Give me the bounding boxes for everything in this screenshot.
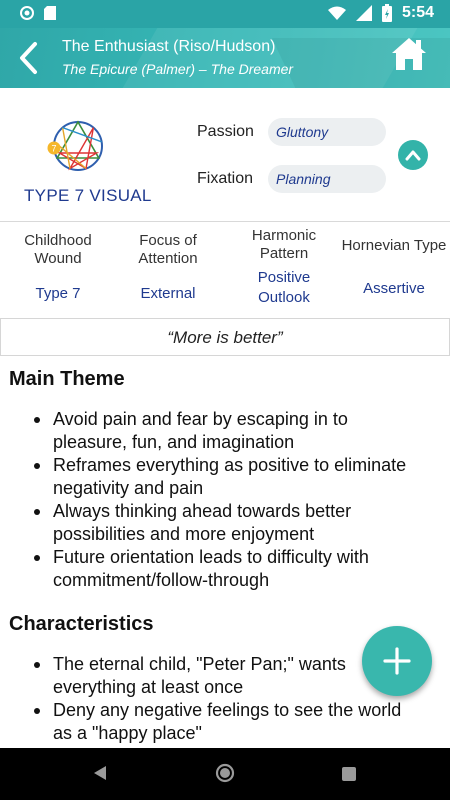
sync-icon xyxy=(20,6,34,20)
enneagram-number: 7 xyxy=(51,144,56,154)
attribute-heading: Childhood Wound xyxy=(24,232,92,267)
back-arrow-icon xyxy=(20,42,37,74)
nav-recents-icon[interactable] xyxy=(342,767,356,781)
system-nav-bar xyxy=(0,748,450,800)
list-item: Future orientation leads to difficulty w… xyxy=(0,546,450,592)
signal-icon xyxy=(355,5,372,21)
wifi-icon xyxy=(327,6,346,20)
page-subtitle: The Epicure (Palmer) – The Dreamer xyxy=(62,61,294,77)
list-item: Reframes everything as positive to elimi… xyxy=(0,454,450,500)
list-item: Avoid pain and fear by escaping in to ple… xyxy=(0,408,450,454)
chevron-up-icon xyxy=(405,150,421,161)
add-button[interactable] xyxy=(362,626,432,696)
app-bar: The Enthusiast (Riso/Hudson) The Epicure… xyxy=(0,28,450,88)
attribute-hornevian-type: Hornevian Type Assertive xyxy=(336,237,450,299)
main-theme-title: Main Theme xyxy=(9,368,125,390)
back-button[interactable] xyxy=(8,36,48,80)
list-item: Always thinking ahead towards better poss… xyxy=(0,500,450,546)
nav-back-icon[interactable] xyxy=(92,765,108,781)
home-icon xyxy=(392,38,426,70)
main-theme-list: Avoid pain and fear by escaping in to ple… xyxy=(0,408,450,592)
plus-icon xyxy=(383,647,411,675)
home-button[interactable] xyxy=(390,36,428,74)
characteristics-title: Characteristics xyxy=(9,613,154,635)
status-bar: 5:54 xyxy=(0,0,450,28)
attribute-value: Type 7 xyxy=(35,285,81,302)
sd-card-icon xyxy=(44,6,56,20)
type-summary: 7 TYPE 7 VISUAL Passion Gluttony Fixatio… xyxy=(0,100,450,220)
divider xyxy=(0,221,450,222)
attribute-harmonic-pattern: Harmonic Pattern Positive Outlook xyxy=(228,227,340,308)
attribute-value: Positive Outlook xyxy=(257,269,311,306)
passion-value: Gluttony xyxy=(268,118,386,146)
attribute-heading: Hornevian Type xyxy=(341,237,447,254)
attribute-heading: Harmonic Pattern xyxy=(251,227,317,262)
attribute-childhood-wound: Childhood Wound Type 7 xyxy=(2,232,114,304)
status-time: 5:54 xyxy=(401,4,434,21)
fixation-value: Planning xyxy=(268,165,386,193)
enneagram-symbol: 7 xyxy=(47,120,103,171)
page-title: The Enthusiast (Riso/Hudson) xyxy=(62,38,276,55)
fixation-label: Fixation xyxy=(197,170,254,187)
collapse-button[interactable] xyxy=(398,140,428,170)
attribute-focus-of-attention: Focus of Attention External xyxy=(112,232,224,304)
passion-label: Passion xyxy=(197,123,254,140)
nav-home-icon[interactable] xyxy=(214,762,236,784)
battery-charging-icon xyxy=(381,4,392,22)
type-visual-label: TYPE 7 VISUAL xyxy=(24,186,152,205)
type-motto: “More is better” xyxy=(0,318,450,356)
list-item: Deny any negative feelings to see the wo… xyxy=(0,699,450,745)
attribute-value: External xyxy=(140,285,196,302)
attribute-heading: Focus of Attention xyxy=(138,232,198,267)
attribute-value: Assertive xyxy=(363,280,425,297)
